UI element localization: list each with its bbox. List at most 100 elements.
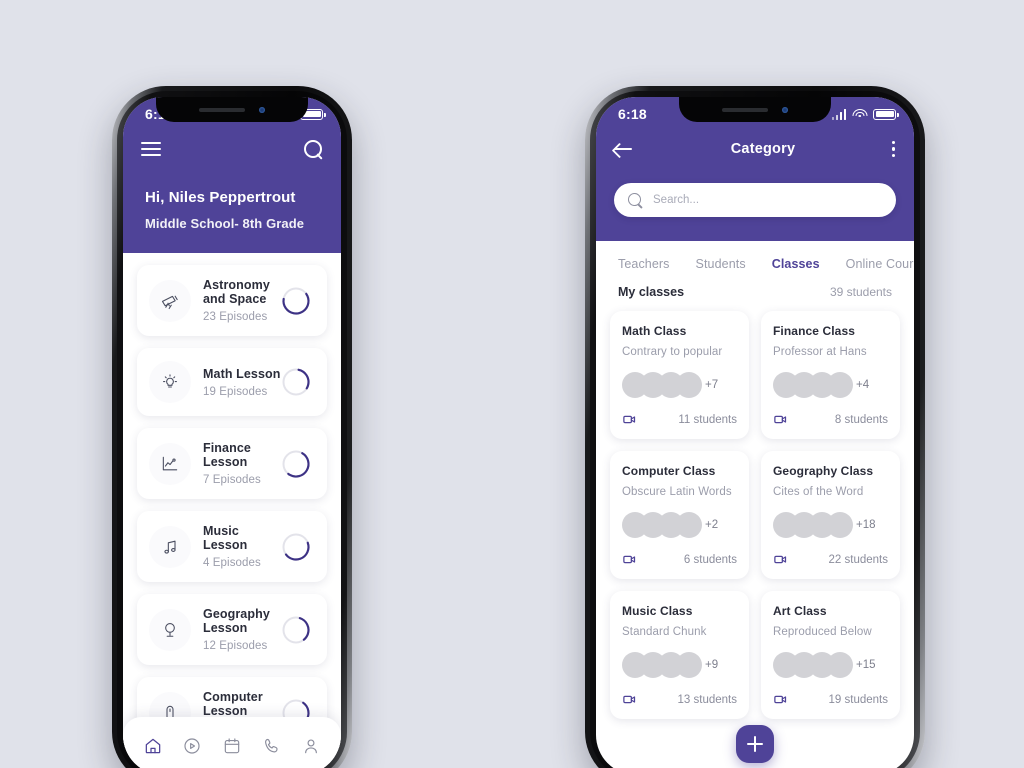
class-card-footer: 8 students	[773, 412, 888, 427]
user-grade: Middle School- 8th Grade	[145, 216, 305, 231]
class-card[interactable]: Finance Class Professor at Hans +4 8 stu…	[761, 311, 900, 439]
avatar	[676, 652, 702, 678]
class-card-footer: 11 students	[622, 412, 737, 427]
avatar-overflow-count: +15	[856, 659, 876, 671]
search-bar[interactable]	[614, 183, 896, 217]
lesson-title: Astronomy and Space	[203, 278, 270, 306]
class-subtitle: Professor at Hans	[773, 346, 867, 358]
battery-icon	[873, 108, 899, 120]
status-indicators	[831, 108, 899, 120]
nav-calendar-icon[interactable]	[222, 736, 242, 756]
video-camera-icon[interactable]	[773, 552, 788, 567]
lesson-title: Finance Lesson	[203, 441, 251, 469]
tab-teachers[interactable]: Teachers	[618, 257, 670, 271]
back-arrow-icon[interactable]	[614, 141, 634, 157]
search-icon[interactable]	[304, 139, 323, 159]
avatar	[676, 372, 702, 398]
front-camera	[782, 106, 788, 113]
line-chart-icon	[149, 442, 191, 485]
class-student-count: 13 students	[677, 693, 737, 706]
status-time: 6:18	[618, 106, 647, 122]
lesson-row[interactable]: Finance Lesson 7 Episodes	[137, 428, 327, 499]
page-title: Category	[730, 141, 796, 157]
add-class-fab[interactable]	[736, 725, 774, 763]
class-card-footer: 22 students	[773, 552, 888, 567]
lesson-title: Music Lesson	[203, 524, 248, 552]
class-card[interactable]: Geography Class Cites of the Word +18 22…	[761, 451, 900, 579]
lesson-row[interactable]: Geography Lesson 12 Episodes	[137, 594, 327, 665]
globe-icon	[149, 608, 191, 651]
search-input[interactable]	[653, 194, 882, 206]
avatar-overflow-count: +4	[856, 379, 870, 391]
section-count: 39 students	[829, 285, 892, 299]
tab-online-courses[interactable]: Online Courses	[846, 257, 914, 271]
avatar-stack: +4	[773, 372, 888, 398]
class-title: Art Class	[773, 604, 827, 618]
lesson-text: Finance Lesson 7 Episodes	[191, 441, 281, 486]
video-camera-icon[interactable]	[622, 412, 637, 427]
avatar-stack: +18	[773, 512, 888, 538]
hamburger-menu-icon[interactable]	[141, 138, 161, 161]
avatar-stack: +7	[622, 372, 737, 398]
class-title: Computer Class	[622, 464, 716, 478]
class-card[interactable]: Math Class Contrary to popular +7 11 stu…	[610, 311, 749, 439]
user-greeting: Hi, Niles Peppertrout	[145, 189, 296, 206]
avatar-stack: +15	[773, 652, 888, 678]
section-title: My classes	[618, 285, 685, 299]
lesson-text: Music Lesson 4 Episodes	[191, 524, 281, 569]
left-phone-screen: 6:18 Hi, Niles Peppertrout Middle School…	[123, 97, 341, 768]
lesson-row[interactable]: Music Lesson 4 Episodes	[137, 511, 327, 582]
lesson-episodes: 7 Episodes	[203, 474, 261, 486]
nav-person-icon[interactable]	[301, 736, 321, 756]
progress-ring	[282, 615, 310, 644]
video-camera-icon[interactable]	[622, 552, 637, 567]
right-phone-device: 6:18 Category Search... Teachers Student…	[585, 86, 925, 768]
class-title: Finance Class	[773, 324, 856, 338]
nav-home-icon[interactable]	[143, 736, 163, 756]
nav-phone-icon[interactable]	[262, 736, 282, 756]
greeting-block: Hi, Niles Peppertrout Middle School- 8th…	[123, 167, 341, 231]
lesson-title: Math Lesson	[203, 366, 281, 381]
lesson-episodes: 19 Episodes	[203, 385, 268, 398]
class-subtitle: Obscure Latin Words	[622, 486, 732, 498]
earpiece-speaker	[722, 107, 768, 112]
avatar-stack: +2	[622, 512, 737, 538]
class-card-footer: 19 students	[773, 692, 888, 707]
telescope-icon	[149, 279, 191, 322]
avatar	[827, 372, 853, 398]
left-header-bar	[123, 131, 341, 167]
class-student-count: 6 students	[683, 553, 737, 566]
avatar-overflow-count: +18	[856, 519, 876, 531]
video-camera-icon[interactable]	[773, 412, 788, 427]
class-title: Music Class	[622, 604, 693, 618]
avatar	[827, 652, 853, 678]
class-subtitle: Cites of the Word	[773, 486, 864, 498]
lesson-text: Geography Lesson 12 Episodes	[191, 607, 281, 652]
class-card-footer: 13 students	[622, 692, 737, 707]
lesson-episodes: 12 Episodes	[203, 640, 268, 652]
more-vertical-icon[interactable]	[891, 138, 896, 161]
lesson-title: Geography Lesson	[203, 607, 270, 635]
class-subtitle: Contrary to popular	[622, 346, 723, 358]
notch	[679, 97, 831, 122]
class-title: Math Class	[622, 324, 687, 338]
video-camera-icon[interactable]	[622, 692, 637, 707]
bottom-navigation	[123, 717, 341, 768]
class-student-count: 19 students	[828, 693, 888, 706]
lesson-row[interactable]: Astronomy and Space 23 Episodes	[137, 265, 327, 336]
avatar-overflow-count: +7	[705, 379, 719, 391]
lesson-episodes: 4 Episodes	[203, 557, 261, 569]
nav-play-icon[interactable]	[182, 736, 202, 756]
class-card[interactable]: Art Class Reproduced Below +15 19 studen…	[761, 591, 900, 719]
video-camera-icon[interactable]	[773, 692, 788, 707]
tab-students[interactable]: Students	[696, 257, 746, 271]
lesson-text: Math Lesson 19 Episodes	[191, 367, 281, 398]
search-icon	[628, 192, 643, 208]
tab-classes[interactable]: Classes	[772, 257, 820, 271]
class-card[interactable]: Music Class Standard Chunk +9 13 student…	[610, 591, 749, 719]
avatar	[827, 512, 853, 538]
class-card[interactable]: Computer Class Obscure Latin Words +2 6 …	[610, 451, 749, 579]
lesson-row[interactable]: Math Lesson 19 Episodes	[137, 348, 327, 416]
avatar-stack: +9	[622, 652, 737, 678]
class-subtitle: Reproduced Below	[773, 626, 872, 638]
